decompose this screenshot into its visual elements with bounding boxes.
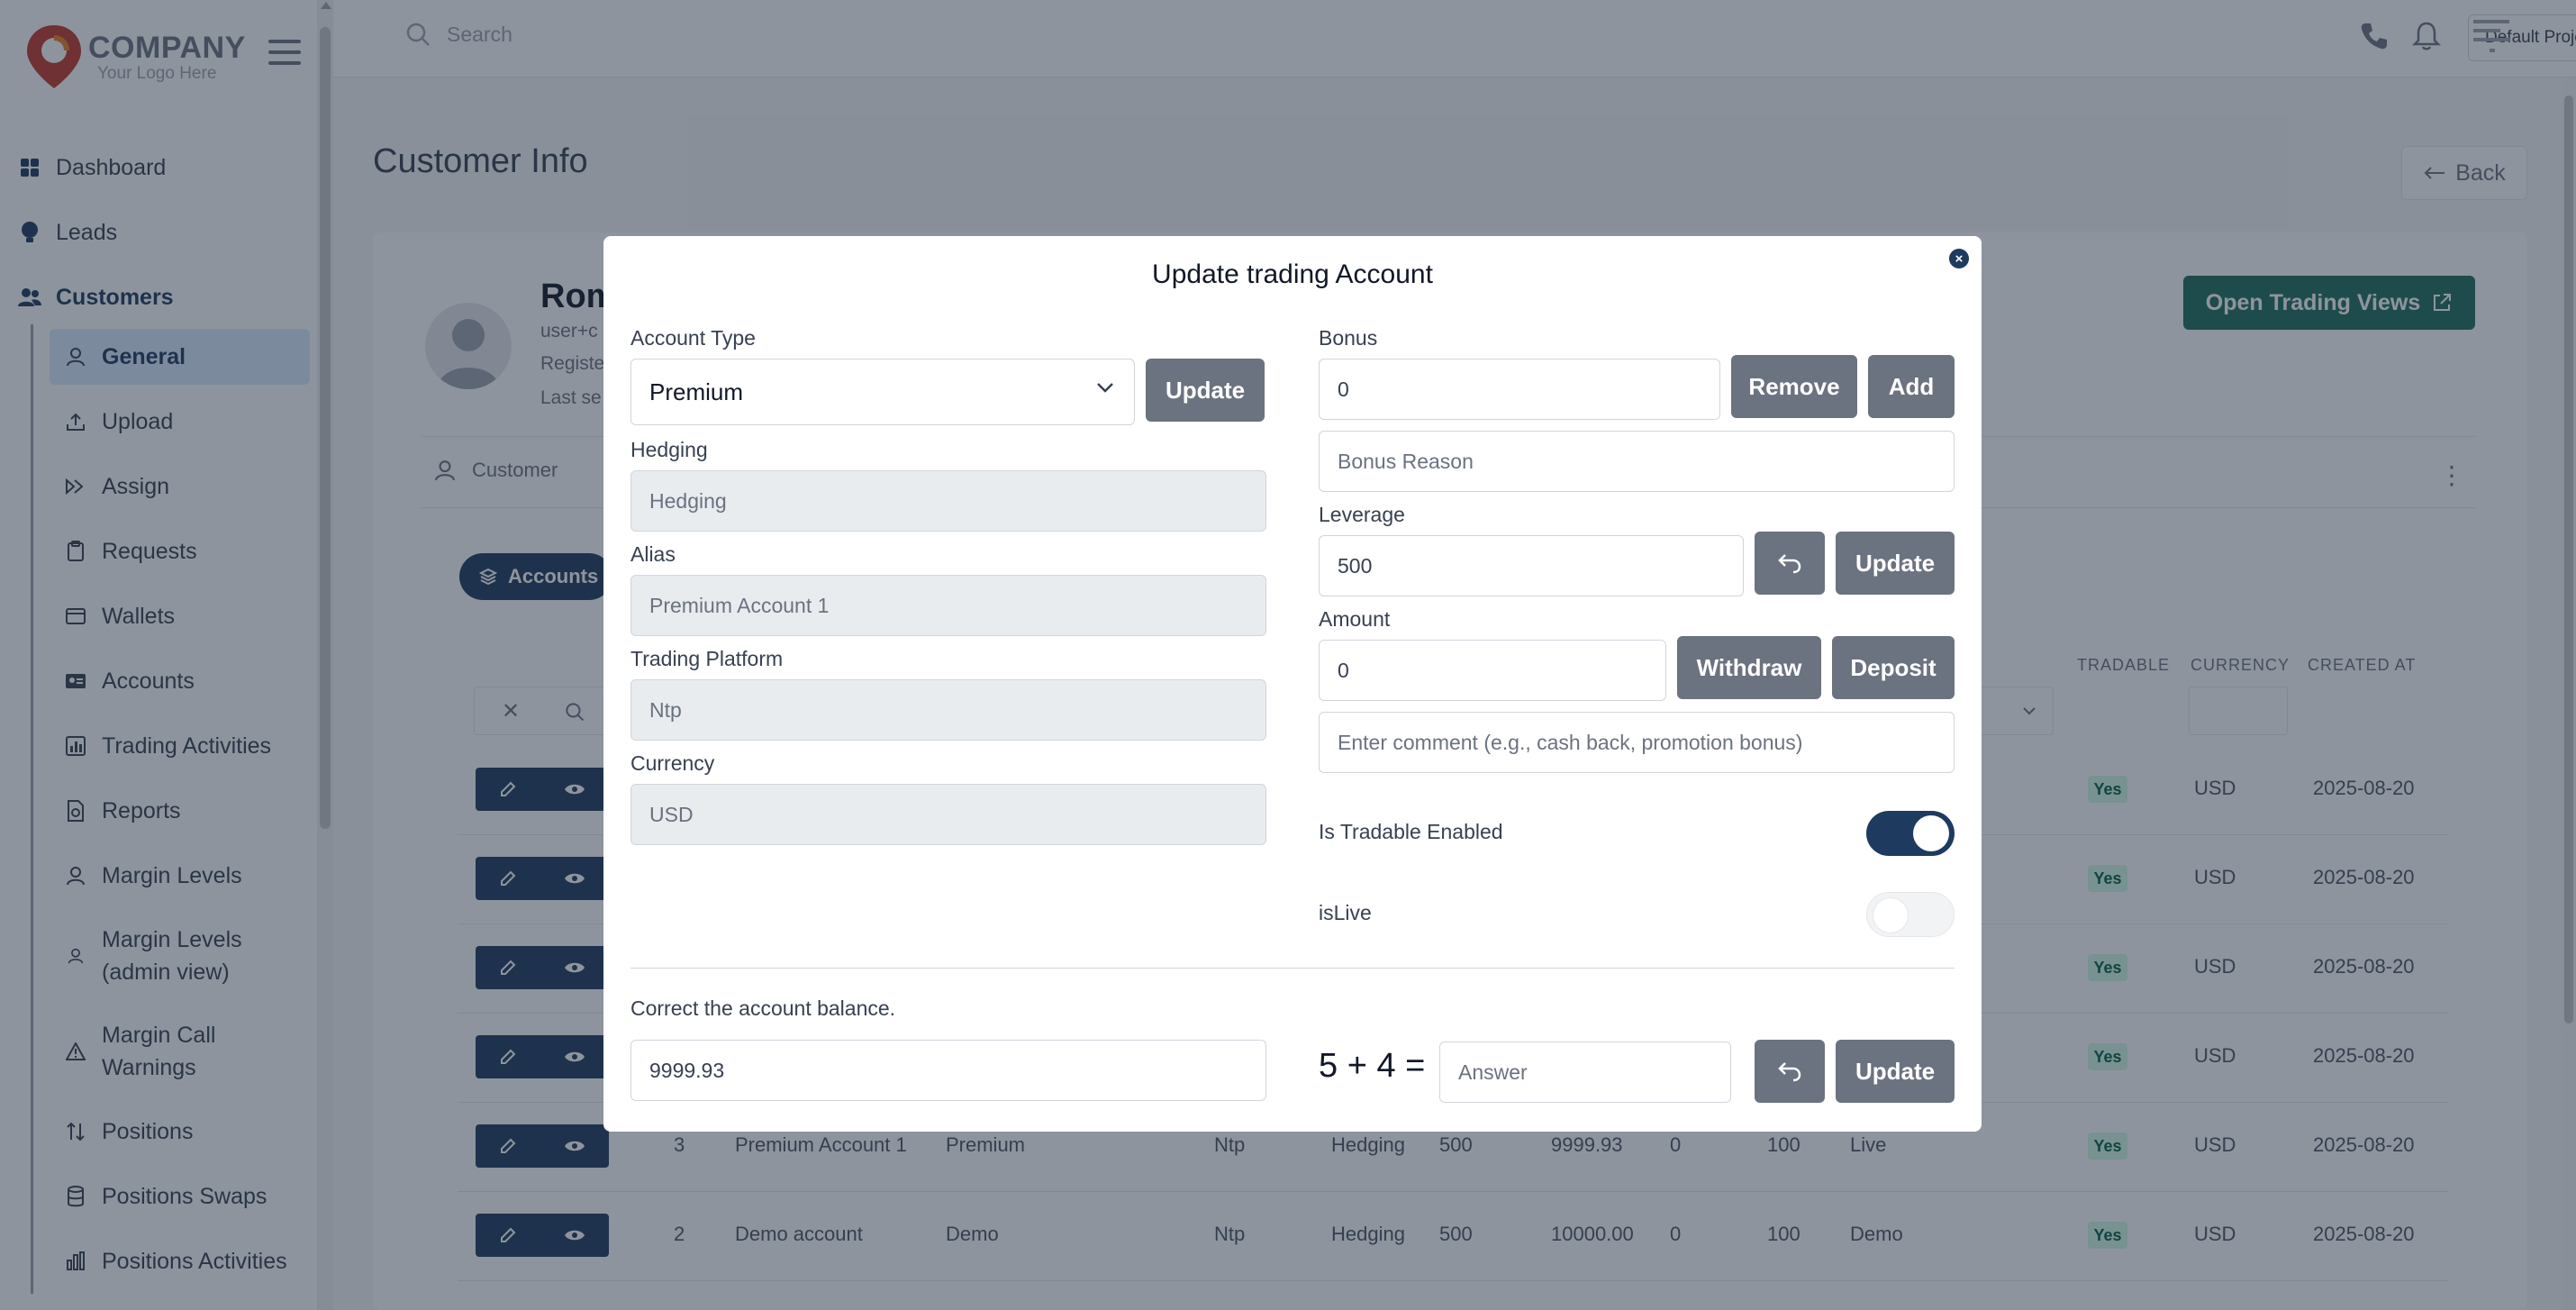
modal-title: Update trading Account	[1152, 259, 1433, 289]
bonus-input[interactable]: 0	[1319, 359, 1720, 420]
hedging-field: Hedging	[630, 470, 1266, 532]
alias-field: Premium Account 1	[630, 575, 1266, 636]
correct-balance-label: Correct the account balance.	[630, 996, 896, 1020]
update-account-type-button[interactable]: Update	[1146, 359, 1265, 422]
currency-label: Currency	[630, 751, 715, 775]
withdraw-button[interactable]: Withdraw	[1677, 636, 1821, 699]
islive-label: isLive	[1319, 901, 1372, 924]
bonus-reason-input[interactable]: Bonus Reason	[1319, 431, 1955, 492]
amount-label: Amount	[1319, 607, 1391, 631]
undo-leverage-button[interactable]	[1755, 532, 1825, 595]
account-type-label: Account Type	[630, 326, 756, 350]
close-icon[interactable]: ×	[1949, 249, 1969, 268]
update-trading-account-modal: Update trading Account × Account Type Pr…	[603, 236, 1982, 1132]
amount-input[interactable]: 0	[1319, 640, 1666, 701]
trading-platform-field: Ntp	[630, 679, 1266, 741]
chevron-down-icon	[1097, 383, 1113, 393]
balance-input[interactable]: 9999.93	[630, 1040, 1266, 1101]
captcha-question: 5 + 4 =	[1319, 1047, 1426, 1085]
tradable-enabled-label: Is Tradable Enabled	[1319, 820, 1503, 843]
comment-input[interactable]: Enter comment (e.g., cash back, promotio…	[1319, 712, 1955, 773]
undo-balance-button[interactable]	[1755, 1040, 1825, 1103]
undo-icon	[1778, 554, 1801, 574]
update-balance-button[interactable]: Update	[1836, 1040, 1955, 1103]
tradable-enabled-toggle[interactable]	[1866, 811, 1955, 856]
islive-toggle[interactable]	[1866, 892, 1955, 937]
currency-field: USD	[630, 784, 1266, 845]
account-type-select[interactable]: Premium	[630, 359, 1135, 425]
bonus-label: Bonus	[1319, 326, 1378, 350]
account-type-value: Premium	[649, 378, 744, 405]
leverage-label: Leverage	[1319, 503, 1405, 526]
remove-bonus-button[interactable]: Remove	[1731, 355, 1857, 418]
leverage-input[interactable]: 500	[1319, 535, 1744, 596]
alias-label: Alias	[630, 542, 676, 566]
captcha-answer-input[interactable]: Answer	[1439, 1042, 1731, 1103]
undo-icon	[1778, 1062, 1801, 1082]
hedging-label: Hedging	[630, 438, 708, 461]
update-leverage-button[interactable]: Update	[1836, 532, 1955, 595]
trading-platform-label: Trading Platform	[630, 647, 784, 670]
modal-divider	[630, 968, 1955, 969]
add-bonus-button[interactable]: Add	[1868, 355, 1955, 418]
deposit-button[interactable]: Deposit	[1832, 636, 1955, 699]
